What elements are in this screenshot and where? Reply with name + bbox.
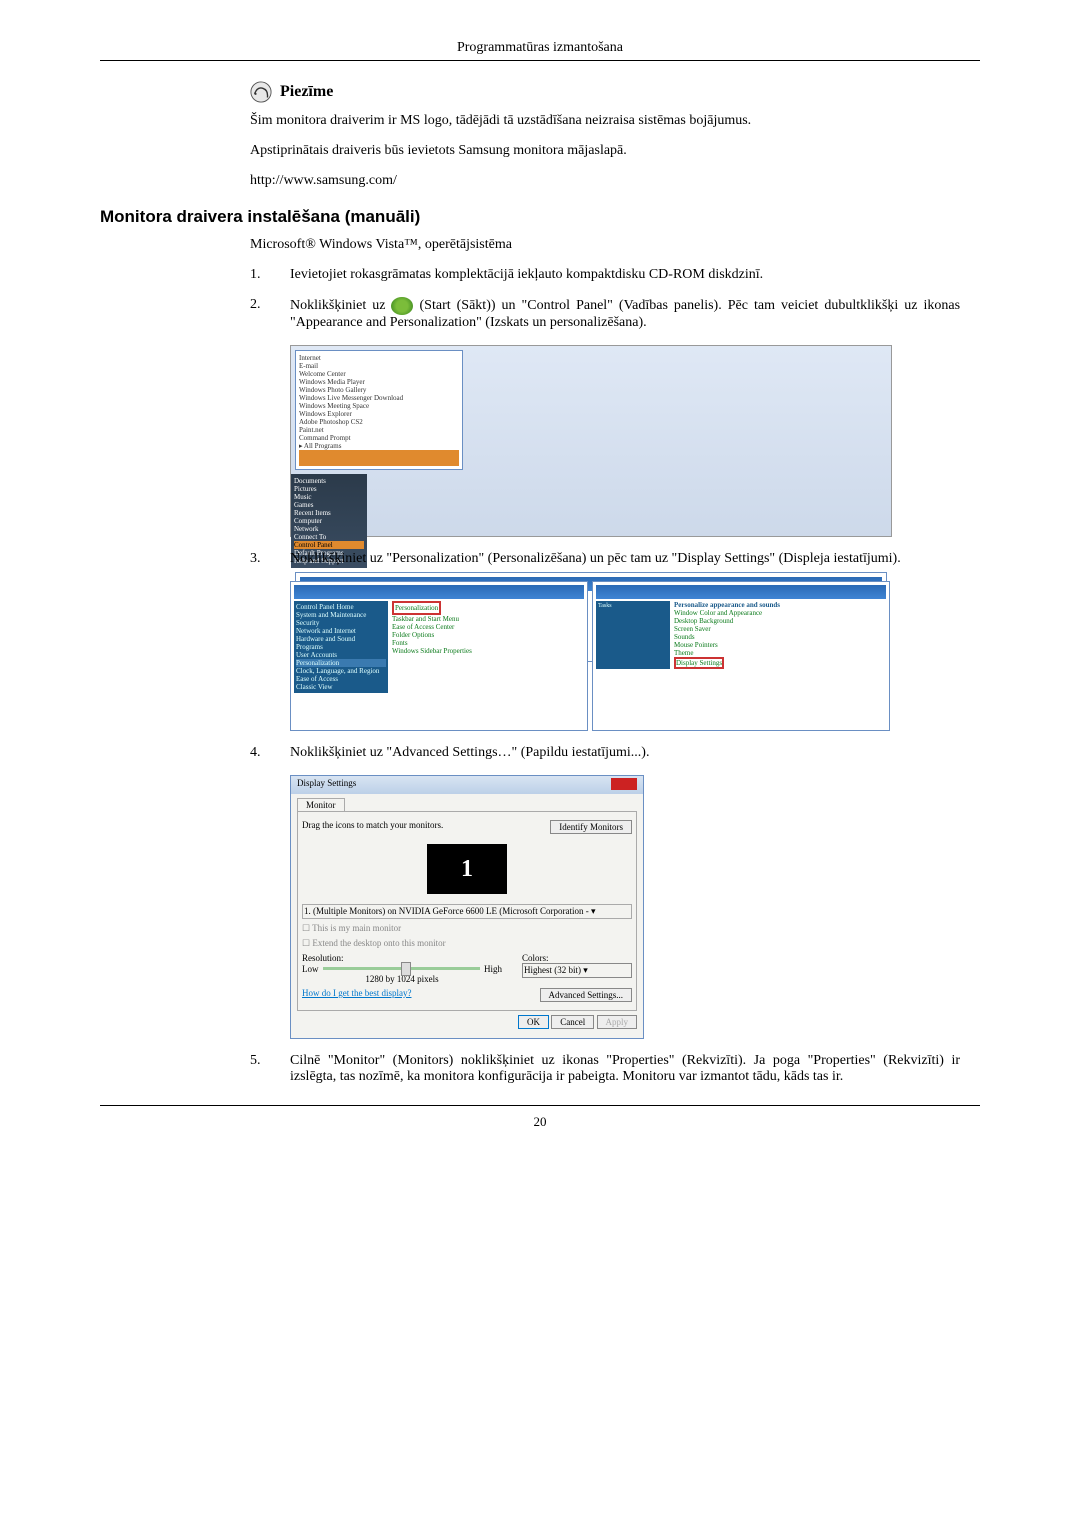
step-1-text: Ievietojiet rokasgrāmatas komplektācijā …: [290, 267, 960, 283]
note-header: Piezīme: [250, 81, 960, 103]
cancel-button[interactable]: Cancel: [551, 1015, 594, 1029]
colors-dropdown[interactable]: Highest (32 bit) ▾: [522, 963, 632, 978]
step-4: 4. Noklikšķiniet uz "Advanced Settings…"…: [250, 745, 960, 761]
note-line-2: Apstiprinātais draiveris būs ievietots S…: [250, 143, 960, 159]
step-5-text: Cilnē "Monitor" (Monitors) noklikšķiniet…: [290, 1053, 960, 1085]
step-1-number: 1.: [250, 267, 290, 283]
figure-display-settings: Display Settings Monitor Drag the icons …: [290, 775, 960, 1039]
device-selector[interactable]: 1. (Multiple Monitors) on NVIDIA GeForce…: [302, 904, 632, 919]
steps-list-cont1: 3. Noklikšķiniet uz "Personalization" (P…: [250, 551, 960, 567]
header-rule: [100, 60, 980, 61]
drag-label: Drag the icons to match your monitors.: [302, 820, 443, 834]
monitor-tab[interactable]: Monitor: [297, 798, 345, 811]
display-settings-title: Display Settings: [297, 778, 356, 792]
step-1: 1. Ievietojiet rokasgrāmatas komplektāci…: [250, 267, 960, 283]
identify-monitors-button[interactable]: Identify Monitors: [550, 820, 632, 834]
step-2-text: Noklikšķiniet uz (Start (Sākt)) un "Cont…: [290, 297, 960, 331]
step-5-number: 5.: [250, 1053, 290, 1085]
colors-label: Colors:: [522, 953, 632, 963]
steps-list-cont3: 5. Cilnē "Monitor" (Monitors) noklikšķin…: [250, 1053, 960, 1085]
note-label: Piezīme: [280, 83, 333, 101]
resolution-slider[interactable]: [323, 967, 481, 970]
figure-personalization: Control Panel Home System and Maintenanc…: [290, 581, 960, 731]
step-5: 5. Cilnē "Monitor" (Monitors) noklikšķin…: [250, 1053, 960, 1085]
main-monitor-checkbox[interactable]: This is my main monitor: [312, 923, 401, 933]
mock-personalization-panel: Tasks Personalize appearance and sounds …: [592, 581, 890, 731]
note-block: Piezīme Šim monitora draiverim ir MS log…: [250, 81, 960, 189]
note-line-1: Šim monitora draiverim ir MS logo, tādēj…: [250, 113, 960, 129]
step-4-number: 4.: [250, 745, 290, 761]
steps-list: 1. Ievietojiet rokasgrāmatas komplektāci…: [250, 267, 960, 331]
mock-start-menu: Internet E-mail Welcome Center Windows M…: [295, 350, 463, 470]
ok-button[interactable]: OK: [518, 1015, 549, 1029]
best-display-link[interactable]: How do I get the best display?: [302, 988, 411, 1002]
step-4-text: Noklikšķiniet uz "Advanced Settings…" (P…: [290, 745, 960, 761]
extend-desktop-checkbox[interactable]: Extend the desktop onto this monitor: [312, 938, 445, 948]
section-title: Monitora draivera instalēšana (manuāli): [100, 207, 980, 227]
apply-button[interactable]: Apply: [597, 1015, 638, 1029]
close-icon[interactable]: [611, 778, 637, 790]
step-3-text: Noklikšķiniet uz "Personalization" (Pers…: [290, 551, 960, 567]
note-body: Šim monitora draiverim ir MS logo, tādēj…: [250, 113, 960, 189]
footer-rule: [100, 1105, 980, 1106]
step-3: 3. Noklikšķiniet uz "Personalization" (P…: [250, 551, 960, 567]
steps-list-cont2: 4. Noklikšķiniet uz "Advanced Settings…"…: [250, 745, 960, 761]
page-header: Programmatūras izmantošana: [100, 40, 980, 56]
note-line-3: http://www.samsung.com/: [250, 173, 960, 189]
advanced-settings-button[interactable]: Advanced Settings...: [540, 988, 633, 1002]
page-number: 20: [100, 1114, 980, 1130]
figure-start-and-control-panel: Internet E-mail Welcome Center Windows M…: [290, 345, 960, 537]
step-2-number: 2.: [250, 297, 290, 331]
note-icon: [250, 81, 272, 103]
step-2: 2. Noklikšķiniet uz (Start (Sākt)) un "C…: [250, 297, 960, 331]
section-intro: Microsoft® Windows Vista™, operētājsistē…: [250, 237, 960, 253]
step-3-number: 3.: [250, 551, 290, 567]
mock-appearance-panel: Control Panel Home System and Maintenanc…: [290, 581, 588, 731]
start-orb-icon: [391, 297, 413, 315]
monitor-preview[interactable]: 1: [427, 844, 507, 894]
